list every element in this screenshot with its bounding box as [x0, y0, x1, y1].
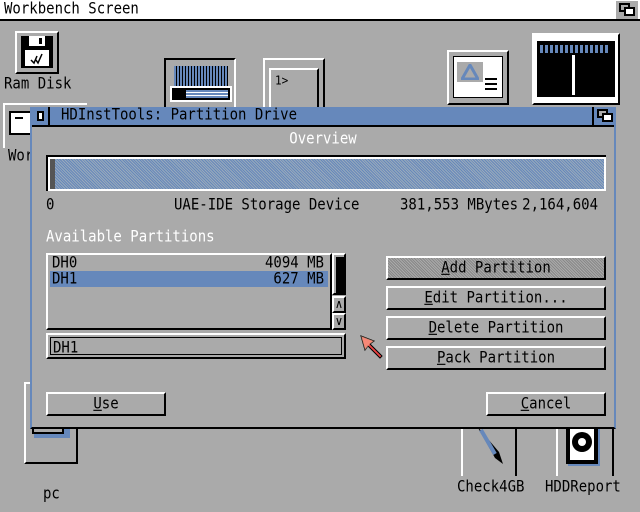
arrow-down-icon: ∨: [335, 314, 343, 328]
scroll-up-button[interactable]: ∧: [332, 296, 346, 313]
ram-disk-label: Ram Disk: [4, 74, 72, 94]
cancel-button[interactable]: Cancel: [486, 392, 606, 416]
screen-depth-gadget[interactable]: [616, 1, 638, 19]
close-icon: [37, 111, 44, 121]
close-gadget[interactable]: [32, 107, 50, 125]
partition-list[interactable]: DH0 4094 MB DH1 627 MB: [46, 253, 332, 330]
depth-icon-front: [624, 7, 635, 16]
screen-preview-icon[interactable]: [532, 33, 620, 105]
button-label: ack Partition: [445, 348, 555, 368]
partition-drive-window: HDInstTools: Partition Drive Overview 0 …: [30, 105, 616, 429]
shell-prompt: 1>: [275, 73, 289, 88]
overview-start: 0: [46, 195, 55, 215]
window-depth-gadget[interactable]: [592, 107, 614, 125]
drive-overview-bar[interactable]: [46, 155, 606, 191]
device-capacity: 381,553 MBytes: [400, 195, 519, 215]
partition-name-value: DH1: [53, 338, 79, 358]
overview-end: 2,164,604: [522, 195, 598, 215]
window-title: HDInstTools: Partition Drive: [61, 105, 298, 125]
button-label: ancel: [529, 394, 572, 414]
delete-partition-button[interactable]: Delete Partition: [386, 316, 606, 340]
edit-partition-button[interactable]: Edit Partition...: [386, 286, 606, 310]
ram-disk-icon[interactable]: [15, 31, 59, 75]
prefs-tool-icon[interactable]: [164, 58, 236, 108]
shell-icon[interactable]: 1>: [263, 58, 325, 110]
check4gb-label: Check4GB: [457, 477, 525, 497]
partition-name: DH1: [52, 269, 78, 289]
window-title-bar[interactable]: HDInstTools: Partition Drive: [32, 105, 614, 127]
list-scrollbar[interactable]: [332, 253, 346, 295]
partitions-heading: Available Partitions: [46, 227, 215, 247]
use-button[interactable]: Use: [46, 392, 166, 416]
partition-name-field[interactable]: DH1: [46, 333, 346, 359]
add-partition-button[interactable]: Add Partition: [386, 256, 606, 280]
arrow-up-icon: ∧: [335, 297, 343, 311]
button-label: dd Partition: [449, 258, 551, 278]
partition-map: [50, 159, 604, 189]
floppy-disk-icon: [21, 36, 53, 68]
partition-row[interactable]: DH0 4094 MB: [50, 254, 328, 272]
scroll-down-button[interactable]: ∨: [332, 313, 346, 330]
window-content: Overview 0 UAE-IDE Storage Device 381,55…: [36, 129, 610, 425]
partition-row-selected[interactable]: DH1 627 MB: [50, 269, 328, 289]
partition-size: 627 MB: [273, 269, 324, 289]
screen-title-bar: Workbench Screen: [0, 0, 640, 21]
pc-label: pc: [43, 484, 60, 504]
button-label: elete Partition: [437, 318, 564, 338]
scroll-knob[interactable]: [336, 257, 344, 293]
document-icon[interactable]: [447, 50, 509, 105]
screen-title: Workbench Screen: [4, 0, 139, 19]
button-label: dit Partition...: [432, 288, 568, 308]
depth-icon-front: [602, 113, 613, 122]
hddreport-label: HDDReport: [545, 477, 621, 497]
mouse-pointer-icon: [360, 335, 383, 359]
overview-heading: Overview: [289, 129, 357, 149]
button-label: se: [101, 394, 119, 414]
pack-partition-button[interactable]: Pack Partition: [386, 346, 606, 370]
tool-icon: [477, 426, 503, 464]
triangle-icon: [461, 64, 479, 80]
device-name: UAE-IDE Storage Device: [174, 195, 360, 215]
